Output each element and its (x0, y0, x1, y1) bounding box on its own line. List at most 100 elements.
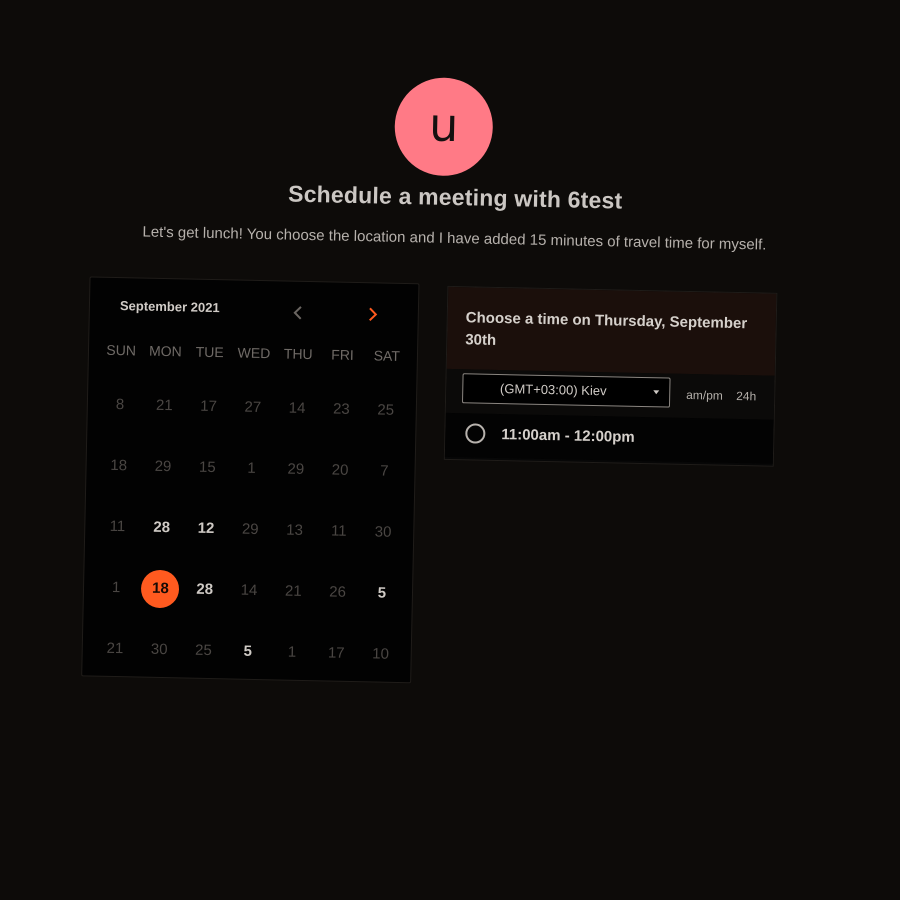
chevron-right-icon (369, 307, 378, 322)
unavailable-day: 1 (229, 437, 275, 499)
time-slot-label: 11:00am - 12:00pm (501, 426, 635, 446)
avatar: u (393, 76, 494, 177)
day-number: 21 (284, 582, 302, 600)
day-number: 10 (372, 645, 390, 663)
day-number: 15 (198, 458, 216, 477)
day-number: 17 (200, 397, 218, 416)
time-picker-title: Choose a time on Thursday, September 30t… (465, 309, 748, 349)
unavailable-day: 18 (96, 435, 142, 497)
day-number: 26 (329, 583, 347, 601)
weekday-label: TUE (195, 343, 224, 361)
day-number: 1 (247, 459, 256, 477)
unavailable-day: 10 (358, 623, 404, 685)
format-24h-toggle[interactable]: 24h (736, 389, 756, 403)
prev-month-button[interactable] (287, 302, 309, 324)
calendar-grid: 8 21 17 27 14 23 25 18 29 15 1 29 20 7 11 28 12 29 13 11 30 1… (92, 374, 408, 685)
available-day[interactable]: 28 (139, 497, 185, 559)
unavailable-day: 20 (317, 439, 363, 501)
day-number: 1 (287, 643, 297, 661)
month-label: September 2021 (119, 298, 220, 316)
meeting-description: Let's get lunch! You choose the location… (142, 223, 767, 254)
day-number: 18 (141, 569, 180, 608)
day-number: 29 (154, 457, 172, 476)
weekday-label: FRI (331, 346, 354, 363)
available-day[interactable]: 12 (183, 497, 229, 559)
unavailable-day: 29 (273, 438, 319, 500)
day-number: 25 (377, 401, 395, 419)
day-number: 25 (194, 641, 212, 660)
day-number: 5 (243, 642, 253, 660)
unavailable-day: 21 (271, 560, 317, 622)
time-slot[interactable]: 11:00am - 12:00pm (444, 412, 774, 464)
day-number: 17 (327, 644, 345, 662)
unavailable-day: 17 (314, 622, 360, 684)
time-picker-header: Choose a time on Thursday, September 30t… (446, 286, 777, 376)
day-number: 27 (244, 398, 262, 417)
unavailable-day: 25 (181, 619, 227, 681)
weekday-label: WED (237, 344, 271, 362)
unavailable-day: 25 (363, 379, 409, 441)
weekday-label: MON (148, 342, 182, 360)
unavailable-day: 8 (97, 374, 143, 436)
unavailable-day: 23 (319, 378, 365, 440)
timezone-row: (GMT+03:00) Kiev am/pm 24h (445, 368, 775, 420)
unavailable-day: 26 (315, 561, 361, 623)
day-number: 5 (377, 584, 387, 602)
available-day[interactable]: 5 (359, 562, 405, 624)
available-day[interactable]: 5 (225, 620, 271, 682)
unavailable-day: 7 (362, 440, 408, 502)
day-number: 21 (155, 396, 173, 415)
unavailable-day: 13 (272, 499, 318, 561)
day-number: 7 (380, 462, 389, 480)
calendar-header: September 2021 (89, 277, 418, 336)
unavailable-day: 11 (316, 500, 362, 562)
unavailable-day: 30 (136, 618, 182, 680)
day-number: 30 (374, 523, 392, 541)
radio-icon (465, 423, 486, 444)
day-number: 11 (109, 517, 126, 536)
day-number: 28 (196, 580, 214, 599)
weekday-label: SAT (373, 347, 401, 364)
day-number: 12 (197, 519, 215, 538)
time-picker: Choose a time on Thursday, September 30t… (443, 285, 778, 467)
available-day[interactable]: 28 (182, 558, 228, 620)
day-number: 14 (288, 399, 306, 417)
selected-day[interactable]: 18 (138, 558, 184, 620)
weekday-label: THU (283, 345, 313, 363)
unavailable-day: 30 (360, 501, 406, 563)
unavailable-day: 14 (226, 559, 272, 621)
unavailable-day: 14 (274, 377, 320, 439)
avatar-letter: u (428, 97, 459, 153)
weekday-label: SUN (106, 341, 137, 359)
timezone-select[interactable]: (GMT+03:00) Kiev (461, 373, 671, 408)
chevron-left-icon (293, 306, 302, 320)
page-title: Schedule a meeting with 6test (287, 180, 623, 214)
day-number: 11 (330, 522, 347, 540)
unavailable-day: 29 (228, 498, 274, 560)
weekday-header: SUN MON TUE WED THU FRI SAT (99, 342, 409, 364)
scheduler-page: u Schedule a meeting with 6test Let's ge… (0, 0, 900, 900)
day-number: 21 (106, 639, 124, 658)
day-number: 23 (332, 400, 350, 418)
day-number: 29 (287, 460, 305, 478)
unavailable-day: 17 (186, 375, 232, 437)
caret-down-icon (653, 390, 660, 395)
format-ampm-toggle[interactable]: am/pm (686, 388, 723, 403)
timezone-value: (GMT+03:00) Kiev (499, 381, 607, 399)
unavailable-day: 27 (230, 376, 276, 438)
day-number: 20 (331, 461, 349, 479)
day-number: 8 (115, 395, 125, 414)
calendar: September 2021 SUN MON TUE WED THU FRI SAT 8 21… (81, 276, 420, 685)
unavailable-day: 21 (92, 618, 138, 680)
day-number: 29 (241, 520, 259, 539)
day-number: 14 (240, 581, 258, 599)
unavailable-day: 29 (140, 436, 186, 498)
unavailable-day: 21 (142, 375, 188, 437)
day-number: 28 (153, 518, 171, 537)
day-number: 30 (150, 640, 168, 659)
unavailable-day: 11 (95, 496, 141, 558)
next-month-button[interactable] (362, 303, 384, 325)
unavailable-day: 15 (185, 436, 231, 498)
day-number: 18 (110, 456, 128, 475)
day-number: 13 (286, 521, 304, 539)
